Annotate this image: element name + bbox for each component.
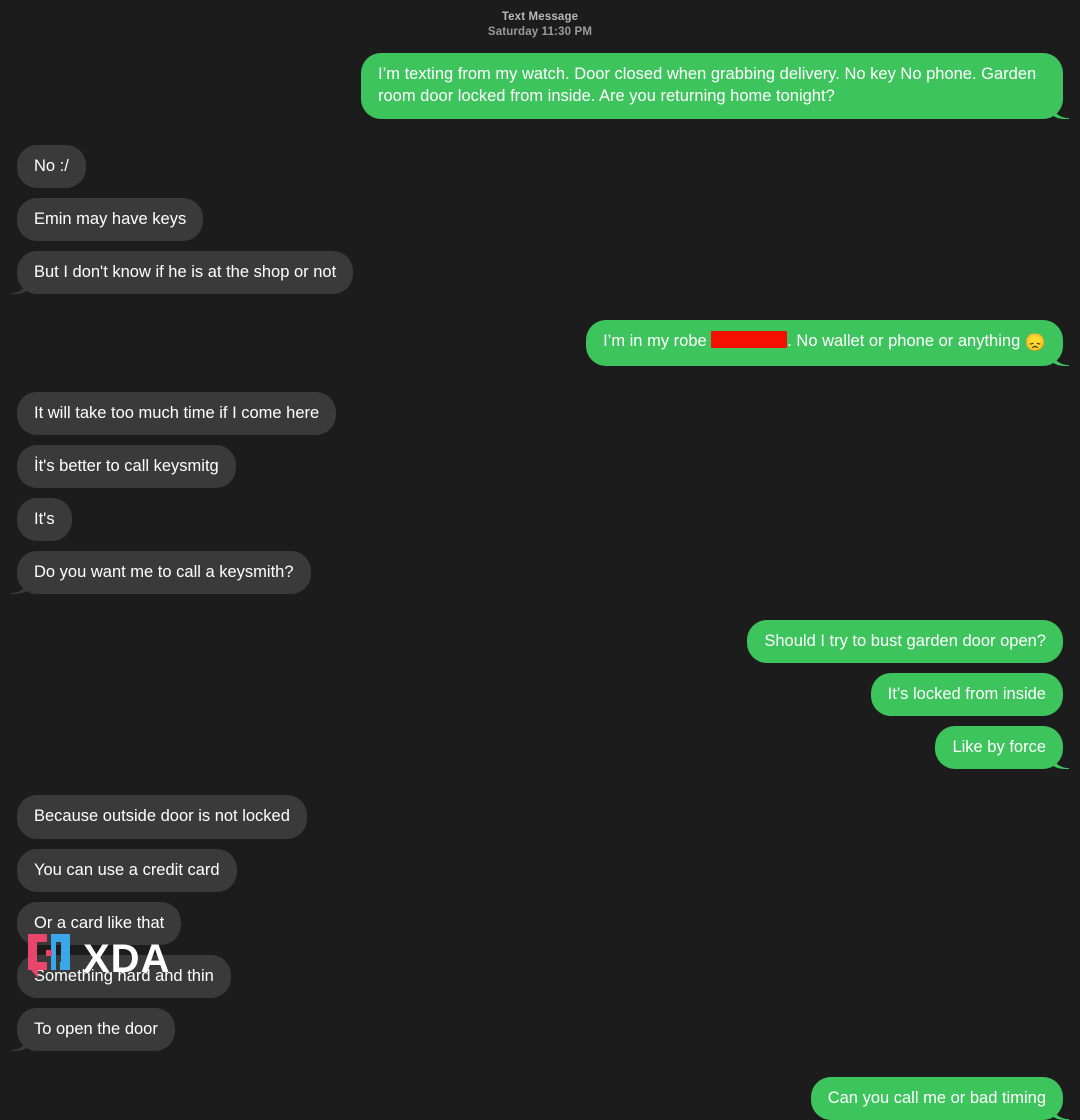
disappointed-face-emoji: 😞 — [1024, 332, 1046, 352]
xda-bracket-icon — [26, 932, 72, 985]
message-row: Something hard and thin — [17, 954, 1063, 998]
received-message-bubble[interactable]: You can use a credit card — [17, 848, 237, 892]
message-row: Or a card like that — [17, 901, 1063, 945]
message-row: Because outside door is not locked — [17, 795, 1063, 839]
received-message-bubble[interactable]: No :/ — [17, 144, 86, 188]
received-message-bubble[interactable]: It's — [17, 497, 72, 541]
message-row: But I don't know if he is at the shop or… — [17, 250, 1063, 294]
message-row: You can use a credit card — [17, 848, 1063, 892]
sent-message-bubble[interactable]: I’m texting from my watch. Door closed w… — [361, 53, 1063, 119]
message-row: To open the door — [17, 1007, 1063, 1051]
message-text-after-redaction: . No wallet or phone or anything — [787, 331, 1025, 350]
message-row: I’m in my robe . No wallet or phone or a… — [17, 319, 1063, 366]
message-row: No :/ — [17, 144, 1063, 188]
message-row: It will take too much time if I come her… — [17, 391, 1063, 435]
received-message-bubble[interactable]: It will take too much time if I come her… — [17, 391, 337, 435]
received-message-bubble[interactable]: İt's better to call keysmitg — [17, 444, 236, 488]
message-text-before-redaction: I’m in my robe — [603, 331, 712, 350]
message-row: Can you call me or bad timing — [17, 1076, 1063, 1120]
message-row: It’s locked from inside — [17, 673, 1063, 717]
received-message-bubble[interactable]: Emin may have keys — [17, 197, 204, 241]
message-row: İt's better to call keysmitg — [17, 444, 1063, 488]
message-row: It's — [17, 497, 1063, 541]
message-row: I’m texting from my watch. Door closed w… — [17, 53, 1063, 119]
xda-wordmark: XDA — [83, 936, 171, 981]
message-row: Like by force — [17, 726, 1063, 770]
message-row: Emin may have keys — [17, 197, 1063, 241]
sent-message-bubble[interactable]: I’m in my robe . No wallet or phone or a… — [586, 319, 1063, 366]
received-message-bubble[interactable]: To open the door — [17, 1007, 175, 1051]
conversation-header: Text Message Saturday 11:30 PM — [0, 0, 1080, 40]
xda-watermark: XDA — [26, 932, 170, 985]
sent-message-bubble[interactable]: Should I try to bust garden door open? — [747, 620, 1063, 664]
message-timestamp-label: Saturday 11:30 PM — [487, 26, 593, 39]
message-kind-label: Text Message — [501, 11, 579, 23]
message-row: Do you want me to call a keysmith? — [17, 550, 1063, 595]
received-message-bubble[interactable]: Do you want me to call a keysmith? — [17, 550, 311, 595]
received-message-bubble[interactable]: But I don't know if he is at the shop or… — [17, 250, 354, 294]
sent-message-bubble[interactable]: Like by force — [935, 726, 1063, 770]
message-row: Should I try to bust garden door open? — [17, 620, 1063, 664]
sent-message-bubble[interactable]: Can you call me or bad timing — [810, 1076, 1063, 1120]
received-message-bubble[interactable]: Because outside door is not locked — [17, 795, 307, 839]
sent-message-bubble[interactable]: It’s locked from inside — [870, 673, 1063, 717]
redaction-block — [711, 330, 788, 348]
